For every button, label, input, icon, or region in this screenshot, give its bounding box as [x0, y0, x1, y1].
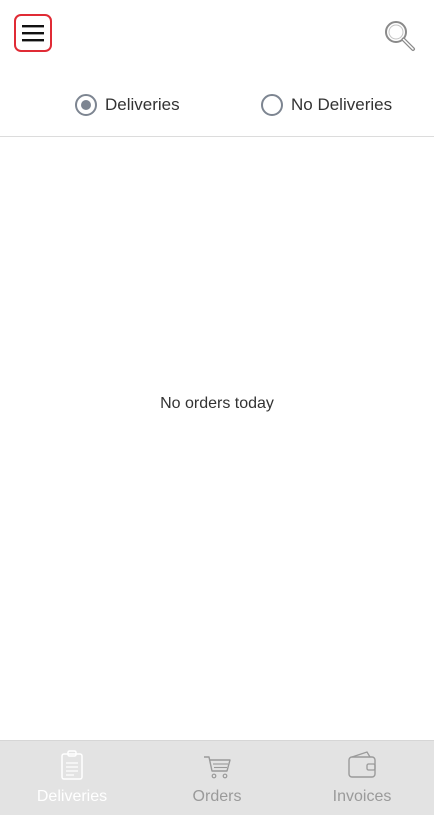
tab-deliveries-label: Deliveries — [36, 788, 108, 805]
radio-checked-icon — [75, 94, 97, 116]
bottom-tab-bar: Deliveries Orders Invoices — [0, 740, 434, 815]
radio-deliveries[interactable]: Deliveries — [75, 90, 180, 120]
radio-no-deliveries[interactable]: No Deliveries — [261, 90, 392, 120]
delivery-filter: Deliveries No Deliveries — [0, 80, 434, 130]
app-screen: Deliveries No Deliveries No orders today… — [0, 0, 434, 815]
radio-deliveries-label: Deliveries — [105, 95, 180, 114]
empty-state-message: No orders today — [160, 395, 274, 412]
radio-no-deliveries-label: No Deliveries — [291, 95, 393, 114]
wallet-icon — [348, 751, 376, 778]
clipboard-icon — [61, 750, 83, 780]
search-icon — [385, 21, 415, 51]
app-header — [0, 0, 434, 70]
tab-invoices-label: Invoices — [332, 788, 392, 805]
search-button[interactable] — [383, 19, 417, 53]
menu-button[interactable] — [14, 14, 52, 52]
tab-orders-label: Orders — [192, 788, 242, 805]
tab-deliveries[interactable]: Deliveries — [0, 741, 144, 815]
tab-invoices[interactable]: Invoices — [290, 741, 434, 815]
shopping-cart-icon — [204, 756, 231, 779]
hamburger-menu-icon — [22, 25, 44, 42]
radio-unchecked-icon — [261, 94, 283, 116]
header-divider — [0, 136, 434, 137]
tab-orders[interactable]: Orders — [145, 741, 289, 815]
